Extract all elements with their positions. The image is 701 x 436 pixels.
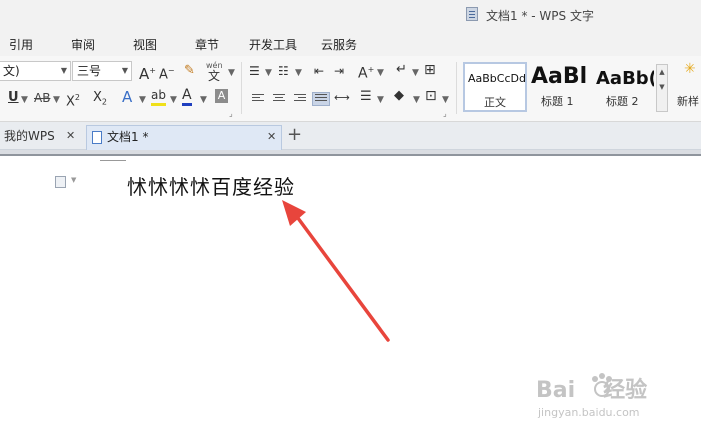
separator	[241, 62, 242, 114]
menu-section[interactable]: 章节	[195, 36, 219, 53]
align-right-icon[interactable]	[294, 94, 306, 104]
font-size-select[interactable]: 三号 ▼	[72, 61, 132, 81]
style-label: 标题 2	[606, 95, 639, 108]
chevron-down-icon: ▼	[121, 66, 128, 75]
clear-format-icon[interactable]: ✎	[184, 62, 195, 80]
arrow-shaft	[290, 208, 390, 342]
styles-scroll-control[interactable]: ▲ ▼	[656, 64, 668, 112]
style-preview: AaBbCcDd	[468, 72, 526, 85]
menu-developer-tools[interactable]: 开发工具	[249, 36, 297, 53]
align-center-icon[interactable]	[273, 94, 285, 104]
document-icon	[92, 131, 102, 144]
style-label: 正文	[484, 96, 506, 109]
menu-references[interactable]: 引用	[9, 36, 33, 53]
document-tabs-bar: 我的WPS ✕ 文档1 * ✕ +	[0, 122, 701, 150]
ribbon-toolbar: 文) ▼ 三号 ▼ A+ A− ✎ wén 文 ▼ U ▼ AB ▼ X2 X2 A…	[0, 56, 701, 122]
font-dialog-launcher[interactable]: ⌟	[229, 109, 233, 118]
numbered-list-icon[interactable]: ☷	[278, 62, 289, 80]
document-icon	[466, 7, 478, 21]
paragraph-dialog-launcher[interactable]: ⌟	[443, 109, 447, 118]
paw-icon	[592, 373, 612, 397]
align-justify-icon[interactable]	[312, 92, 330, 106]
style-heading-2[interactable]: AaBb( 标题 2	[594, 62, 654, 112]
chevron-down-icon: ▼	[60, 66, 67, 75]
distributed-align-icon[interactable]: ⟷	[334, 89, 350, 107]
chevron-down-icon[interactable]: ▼	[200, 91, 207, 109]
highlight-button[interactable]: ab	[151, 88, 166, 106]
tab-label: 我的WPS	[4, 129, 55, 143]
superscript-button[interactable]: X2	[66, 89, 80, 111]
close-icon[interactable]: ✕	[267, 126, 276, 148]
shrink-font-button[interactable]: A−	[159, 62, 175, 84]
title-bar: 文档1 * - WPS 文字	[0, 0, 701, 30]
separator	[456, 62, 457, 114]
borders-icon[interactable]: ⊡	[425, 87, 437, 105]
line-spacing-icon[interactable]: ☰	[360, 88, 372, 106]
subscript-button[interactable]: X2	[93, 89, 107, 112]
text-size-icon[interactable]: A+	[358, 61, 374, 83]
new-style-button[interactable]: 新样	[677, 93, 699, 109]
align-left-icon[interactable]	[252, 94, 264, 104]
menu-review[interactable]: 审阅	[71, 36, 95, 53]
line-break-icon[interactable]: ↵	[396, 61, 407, 79]
style-label: 标题 1	[541, 95, 574, 108]
grow-font-button[interactable]: A+	[139, 62, 156, 83]
tab-my-wps[interactable]: 我的WPS ✕	[0, 125, 82, 150]
new-tab-button[interactable]: +	[287, 122, 302, 148]
menu-cloud-services[interactable]: 云服务	[321, 36, 357, 53]
chevron-down-icon[interactable]: ▼	[413, 91, 420, 109]
char-shade-button[interactable]: A	[215, 89, 228, 103]
style-normal[interactable]: AaBbCcDd 正文	[463, 62, 527, 112]
new-style-icon[interactable]: ✳	[684, 60, 696, 78]
pinyin-guide-label: 文	[208, 69, 221, 83]
menu-bar: 引用 审阅 视图 章节 开发工具 云服务	[0, 30, 701, 56]
menu-view[interactable]: 视图	[133, 36, 157, 53]
tab-label: 文档1 *	[107, 130, 149, 144]
chevron-down-icon[interactable]: ▼	[377, 91, 384, 109]
chevron-down-icon[interactable]: ▼	[228, 64, 235, 82]
close-icon[interactable]: ✕	[66, 125, 75, 147]
watermark-url: jingyan.baidu.com	[538, 406, 640, 419]
bullet-list-icon[interactable]: ☰	[249, 62, 260, 80]
font-name-select[interactable]: 文) ▼	[0, 61, 71, 81]
chevron-down-icon[interactable]: ▼	[377, 64, 384, 82]
chevron-down-icon[interactable]: ▼	[295, 64, 302, 82]
chevron-down-icon[interactable]: ▼	[412, 64, 419, 82]
chevron-down-icon[interactable]: ▼	[21, 91, 28, 109]
text-effect-button[interactable]: A	[122, 88, 132, 106]
chevron-down-icon[interactable]: ▼	[53, 91, 60, 109]
shading-bucket-icon[interactable]: ◆	[394, 87, 404, 105]
font-color-button[interactable]: A	[182, 87, 192, 106]
strikethrough-button[interactable]: AB	[34, 89, 50, 107]
window-title: 文档1 * - WPS 文字	[486, 9, 594, 23]
style-heading-1[interactable]: AaBl 标题 1	[529, 62, 591, 112]
style-preview: AaBb(	[596, 68, 654, 89]
table-icon[interactable]: ⊞	[424, 61, 436, 79]
chevron-down-icon[interactable]: ▼	[139, 91, 146, 109]
tab-document-1[interactable]: 文档1 * ✕	[86, 125, 282, 150]
chevron-down-icon[interactable]: ▼	[170, 91, 177, 109]
underline-button[interactable]: U	[8, 89, 19, 107]
baidu-watermark: Bai 经验 jingyan.baidu.com	[536, 372, 696, 432]
chevron-down-icon[interactable]: ▼	[442, 91, 449, 109]
decrease-indent-icon[interactable]: ⇤	[314, 62, 324, 80]
increase-indent-icon[interactable]: ⇥	[334, 62, 344, 80]
chevron-down-icon[interactable]: ▼	[265, 64, 272, 82]
style-preview: AaBl	[531, 64, 588, 89]
